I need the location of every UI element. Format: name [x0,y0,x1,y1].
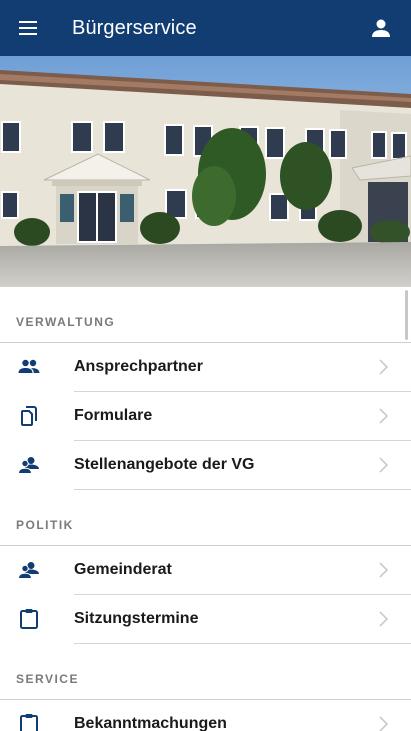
list-item-bekanntmachungen[interactable]: Bekanntmachungen [0,700,411,731]
chevron-right-icon [377,610,389,628]
list-item-formulare[interactable]: Formulare [0,392,411,441]
menu-list: VERWALTUNG Ansprechpartner Formulare Ste… [0,287,411,731]
list-item-gemeinderat[interactable]: Gemeinderat [0,546,411,595]
group-icon [17,558,41,582]
document-icon [17,404,41,428]
divider [74,489,411,490]
chevron-right-icon [377,456,389,474]
list-item-stellenangebote[interactable]: Stellenangebote der VG [0,441,411,490]
list-item-label: Stellenangebote der VG [74,456,255,473]
list-item-ansprechpartner[interactable]: Ansprechpartner [0,343,411,392]
menu-icon[interactable] [16,16,40,40]
list-item-label: Sitzungstermine [74,610,199,627]
hero-image [0,56,411,287]
chevron-right-icon [377,358,389,376]
chevron-right-icon [377,407,389,425]
clipboard-icon [17,607,41,631]
list-item-label: Ansprechpartner [74,358,203,375]
list-item-label: Formulare [74,407,153,424]
chevron-right-icon [377,561,389,579]
app-bar: Bürgerservice [0,0,411,56]
list-item-sitzungstermine[interactable]: Sitzungstermine [0,595,411,644]
section-header-verwaltung: VERWALTUNG [0,287,411,343]
list-item-label: Bekanntmachungen [74,715,227,731]
people-icon [17,355,41,379]
account-icon[interactable] [369,16,393,40]
chevron-right-icon [377,715,389,731]
section-header-politik: POLITIK [0,490,411,546]
page-title: Bürgerservice [72,17,197,39]
list-item-label: Gemeinderat [74,561,172,578]
divider [74,643,411,644]
clipboard-icon [17,712,41,731]
group-icon [17,453,41,477]
section-header-service: SERVICE [0,644,411,700]
scrollbar[interactable] [405,290,408,340]
